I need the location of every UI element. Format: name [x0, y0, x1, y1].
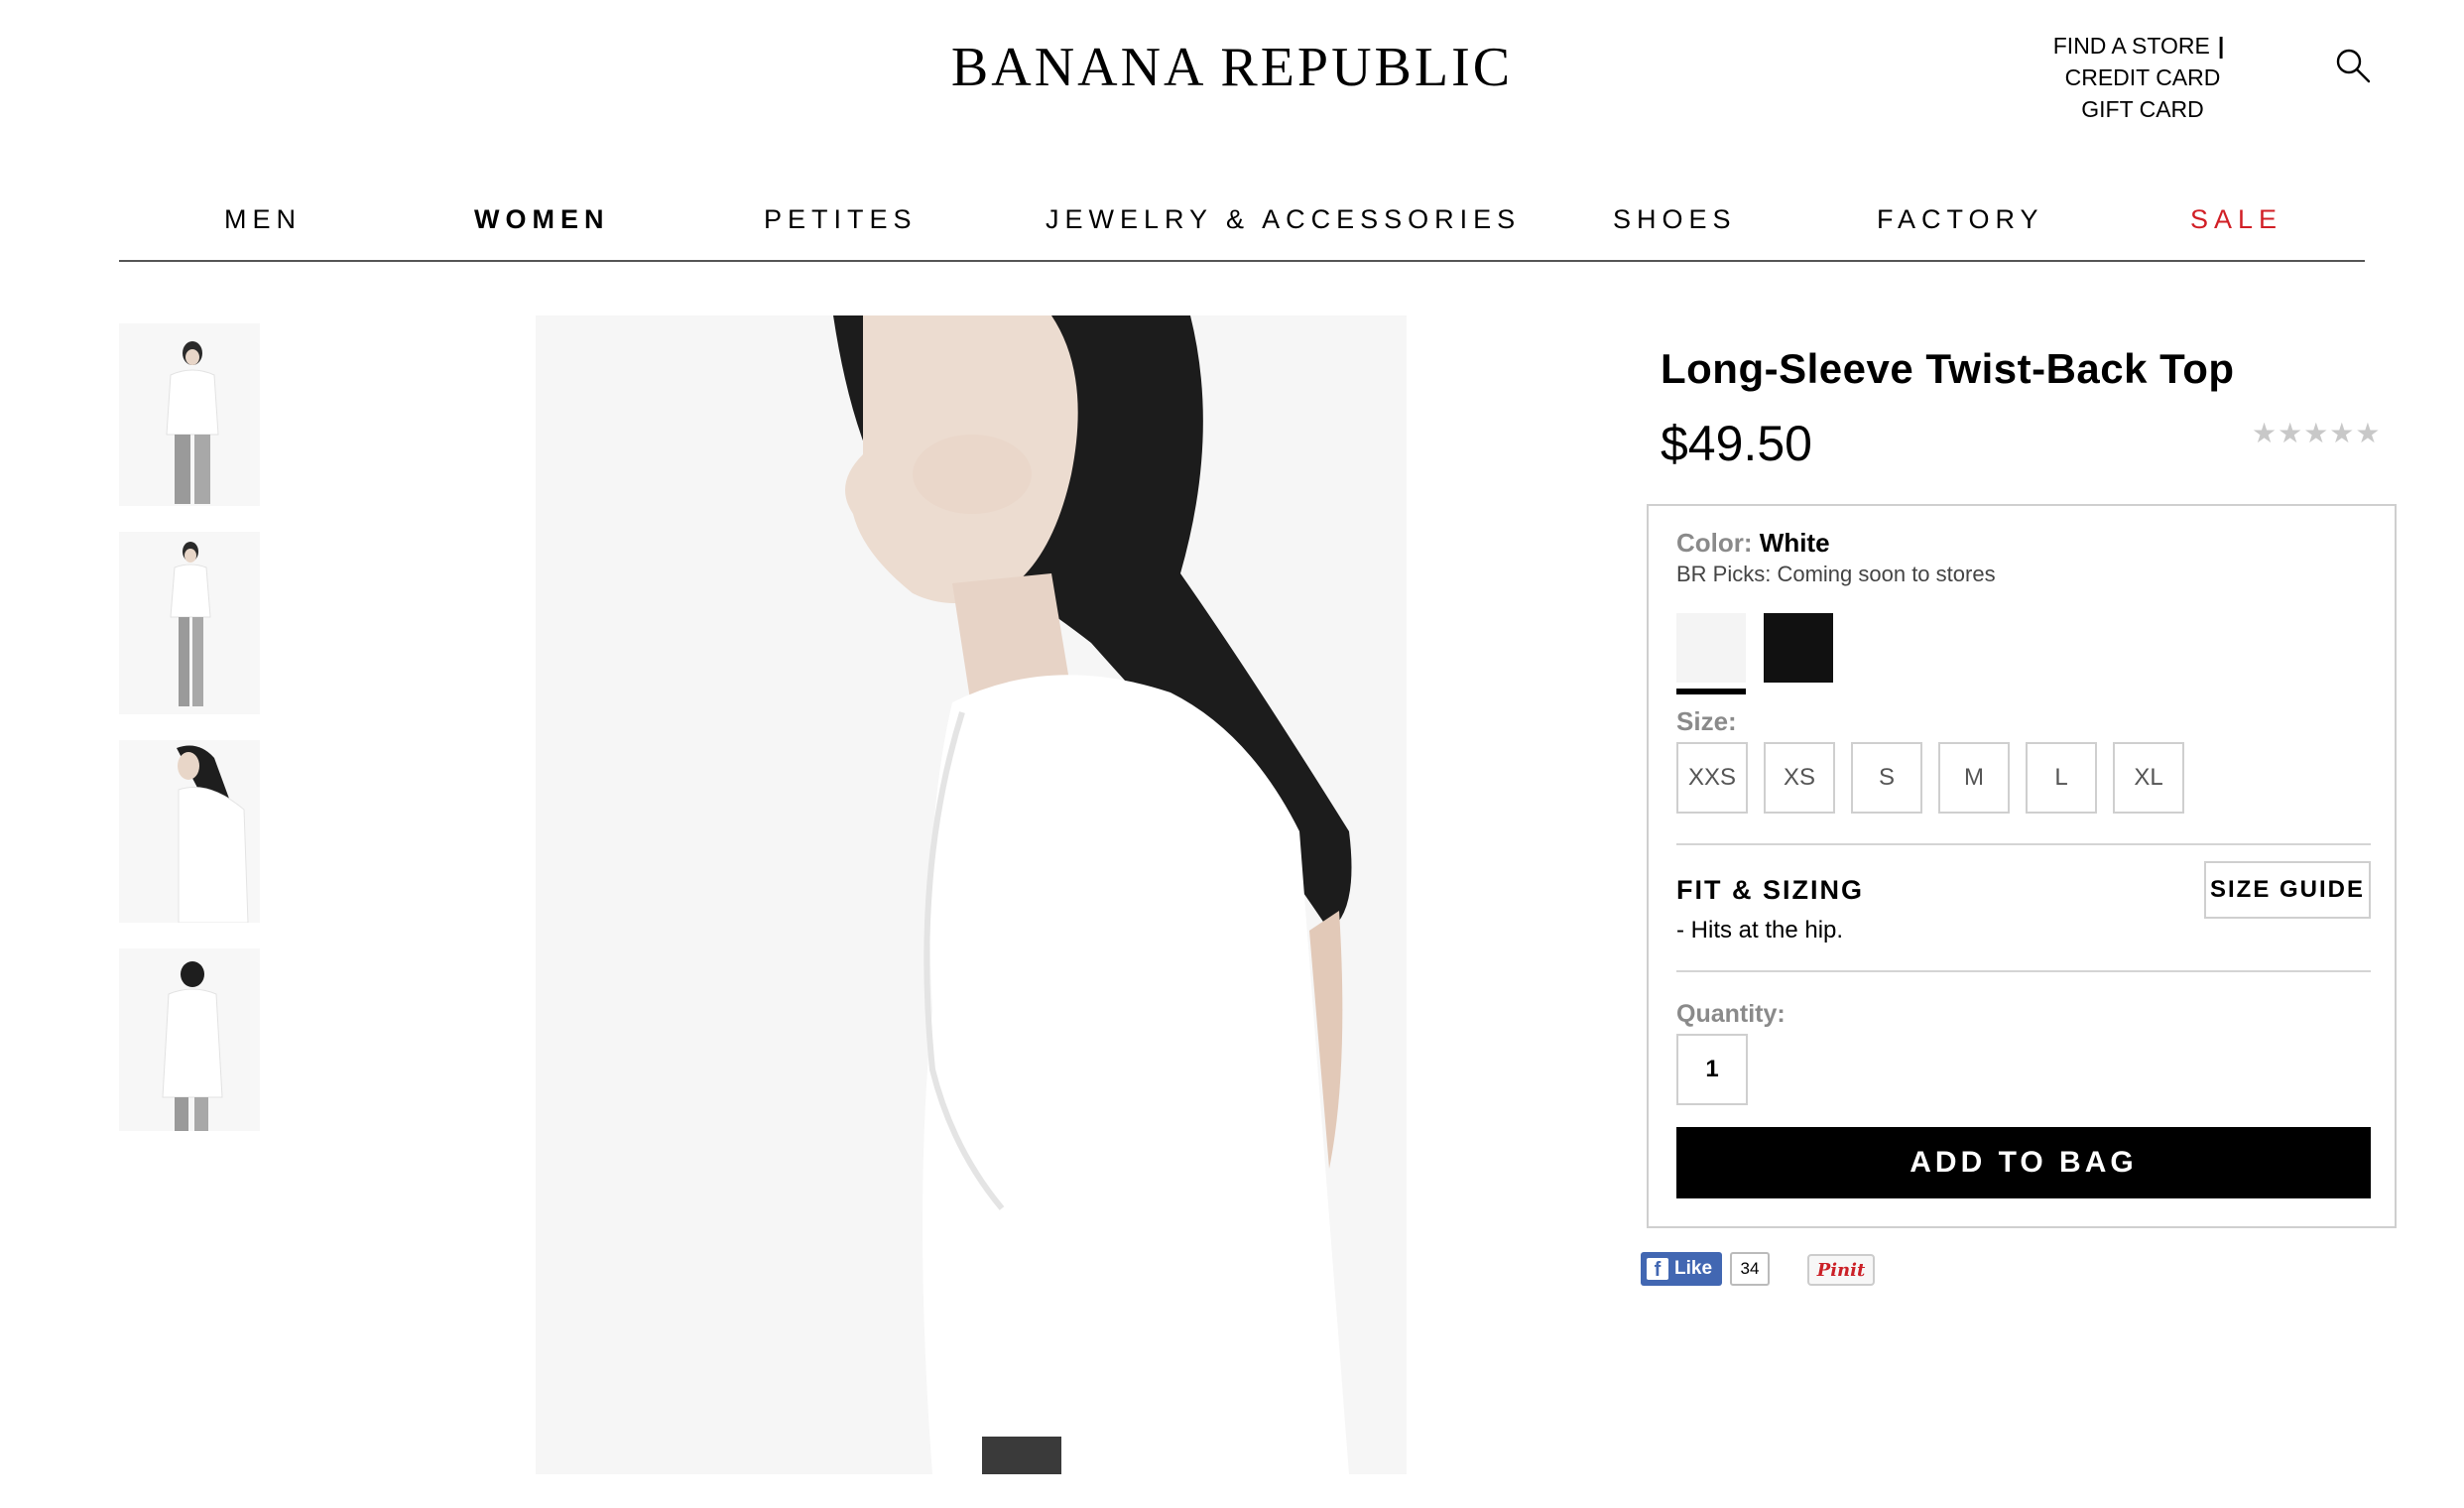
size-button-s[interactable]: S — [1851, 742, 1922, 814]
fit-description: - Hits at the hip. — [1676, 917, 1844, 943]
color-line: Color: White — [1676, 528, 1830, 559]
size-button-xs[interactable]: XS — [1764, 742, 1835, 814]
nav-item-factory[interactable]: FACTORY — [1877, 204, 2044, 235]
color-value: White — [1759, 528, 1830, 558]
size-button-xxs[interactable]: XXS — [1676, 742, 1748, 814]
product-price: $49.50 — [1661, 416, 1812, 471]
utility-links: FIND A STORE | CREDIT CARD GIFT CARD — [1994, 30, 2291, 125]
main-nav: MEN WOMEN PETITES JEWELRY & ACCESSORIES … — [119, 198, 2365, 262]
nav-item-sale[interactable]: SALE — [2190, 204, 2282, 235]
nav-item-women[interactable]: WOMEN — [474, 204, 609, 235]
facebook-like-count: 34 — [1730, 1252, 1770, 1286]
nav-item-men[interactable]: MEN — [224, 204, 302, 235]
quantity-label: Quantity: — [1676, 1000, 1786, 1028]
product-thumbnail[interactable] — [119, 948, 260, 1131]
add-to-bag-button[interactable]: ADD TO BAG — [1676, 1127, 2371, 1198]
gift-card-link[interactable]: GIFT CARD — [2081, 93, 2204, 125]
product-thumbnail[interactable] — [119, 323, 260, 506]
product-thumbnail[interactable] — [119, 740, 260, 923]
product-main-image[interactable] — [536, 315, 1407, 1474]
product-thumbnail[interactable] — [119, 532, 260, 714]
divider — [1676, 970, 2371, 972]
pinterest-pin-button[interactable]: Pinit — [1807, 1254, 1875, 1286]
size-guide-button[interactable]: SIZE GUIDE — [2204, 861, 2371, 919]
utility-divider: | — [2217, 33, 2225, 59]
size-button-xl[interactable]: XL — [2113, 742, 2184, 814]
find-store-link[interactable]: FIND A STORE — [2053, 30, 2210, 62]
facebook-icon: f — [1647, 1258, 1668, 1280]
facebook-like-label: Like — [1674, 1258, 1713, 1279]
facebook-like-button[interactable]: f Like — [1641, 1252, 1722, 1286]
size-button-m[interactable]: M — [1938, 742, 2010, 814]
swatch-white[interactable] — [1676, 613, 1746, 683]
product-title: Long-Sleeve Twist-Back Top — [1661, 345, 2235, 392]
product-options-panel: Color: White BR Picks: Coming soon to st… — [1647, 504, 2397, 1228]
selected-swatch-indicator — [1676, 689, 1746, 694]
fit-sizing-heading: FIT & SIZING — [1676, 875, 1864, 905]
credit-card-link[interactable]: CREDIT CARD — [2065, 62, 2221, 93]
divider — [1676, 843, 2371, 845]
size-label: Size: — [1676, 706, 1737, 736]
size-button-l[interactable]: L — [2026, 742, 2097, 814]
color-label: Color: — [1676, 528, 1753, 558]
br-picks-note: BR Picks: Coming soon to stores — [1676, 562, 1996, 586]
nav-item-shoes[interactable]: SHOES — [1613, 204, 1737, 235]
rating-stars[interactable]: ★★★★★ — [2252, 417, 2382, 449]
swatch-black[interactable] — [1764, 613, 1833, 683]
nav-item-jewelry-accessories[interactable]: JEWELRY & ACCESSORIES — [1046, 204, 1521, 235]
quantity-input[interactable]: 1 — [1676, 1034, 1748, 1105]
nav-item-petites[interactable]: PETITES — [764, 204, 918, 235]
search-icon[interactable] — [2333, 46, 2373, 85]
